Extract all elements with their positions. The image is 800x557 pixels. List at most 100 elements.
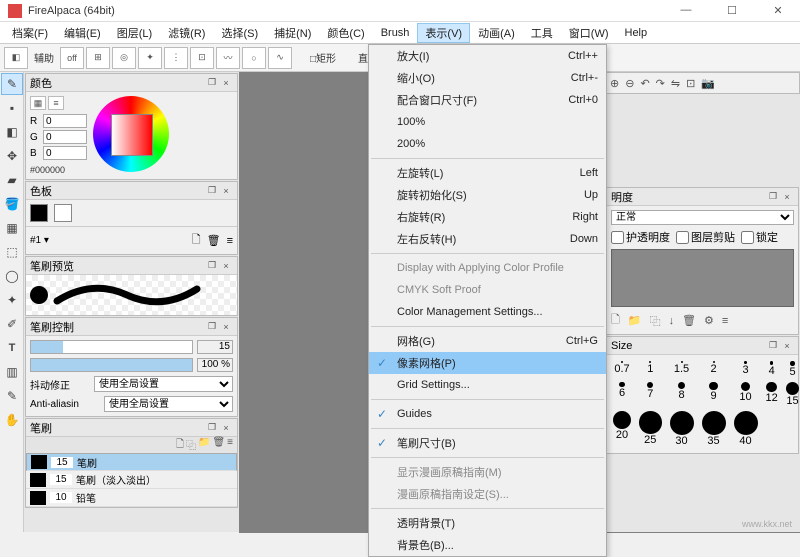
eyedropper-tool[interactable]: ✎	[1, 385, 23, 407]
toolbar-shape-label[interactable]: □矩形	[310, 50, 336, 65]
brush-menu-icon[interactable]: ≡	[227, 437, 233, 453]
panel-undock-icon[interactable]: ❐	[205, 185, 219, 196]
size-dot[interactable]: 20	[613, 411, 631, 447]
menu-item[interactable]: 200%	[369, 133, 606, 155]
size-dot[interactable]: 5	[786, 361, 800, 378]
zoom-in-icon[interactable]: ⊕	[610, 77, 619, 90]
add-swatch-icon[interactable]: 🗋	[192, 231, 201, 250]
menu-9[interactable]: 动画(A)	[470, 23, 523, 43]
menu-6[interactable]: 颜色(C)	[319, 23, 372, 43]
g-input[interactable]	[43, 130, 87, 144]
lasso-tool[interactable]: ◯	[1, 265, 23, 287]
menu-item[interactable]: 放大(I)Ctrl++	[369, 45, 606, 67]
bucket-tool[interactable]: 🪣	[1, 193, 23, 215]
size-dot[interactable]: 12	[766, 382, 778, 408]
toolbar-btn[interactable]: 〰	[216, 47, 240, 69]
gradient-tool[interactable]: ▦	[1, 217, 23, 239]
aa-select[interactable]: 使用全局设置	[104, 396, 233, 412]
toolbar-btn[interactable]: ∿	[268, 47, 292, 69]
menu-0[interactable]: 档案(F)	[4, 23, 56, 43]
menu-item[interactable]: ✓像素网格(P)	[369, 352, 606, 374]
fg-swatch[interactable]	[30, 204, 48, 222]
layer-up-icon[interactable]: ↓	[669, 315, 675, 327]
menu-12[interactable]: Help	[617, 25, 656, 41]
menu-item[interactable]: 缩小(O)Ctrl+-	[369, 67, 606, 89]
wand-tool[interactable]: ✦	[1, 289, 23, 311]
fill-tool[interactable]: ▰	[1, 169, 23, 191]
panel-tool[interactable]: ▥	[1, 361, 23, 383]
fit-icon[interactable]: ⊡	[686, 77, 695, 90]
menu-2[interactable]: 图层(L)	[109, 23, 160, 43]
minimize-button[interactable]: —	[672, 4, 700, 17]
menu-item[interactable]: 网格(G)Ctrl+G	[369, 330, 606, 352]
size-dot[interactable]: 25	[639, 411, 662, 447]
size-dot[interactable]: 4	[766, 361, 778, 378]
menu-4[interactable]: 选择(S)	[213, 23, 266, 43]
clip-chk[interactable]: 图层剪贴	[676, 229, 735, 245]
menu-item[interactable]: ✓Guides	[369, 403, 606, 425]
lock-chk[interactable]: 锁定	[741, 229, 778, 245]
toolbar-btn[interactable]: ◧	[4, 47, 28, 69]
size-dot[interactable]: 1.5	[670, 361, 694, 378]
panel-undock-icon[interactable]: ❐	[766, 191, 780, 202]
layer-settings-icon[interactable]: ⚙	[704, 314, 714, 327]
toolbar-btn[interactable]: ✦	[138, 47, 162, 69]
color-mode-rgb[interactable]: ▦	[30, 96, 46, 110]
size-slider[interactable]	[30, 340, 193, 354]
dot-tool[interactable]: ▪	[1, 97, 23, 119]
layer-menu-icon[interactable]: ≡	[722, 315, 728, 327]
add-brush-icon[interactable]: 🗋	[176, 437, 184, 453]
move-tool[interactable]: ✥	[1, 145, 23, 167]
menu-11[interactable]: 窗口(W)	[561, 23, 617, 43]
layer-folder-icon[interactable]: 📁	[628, 314, 642, 327]
menu-item[interactable]: 配合窗口尺寸(F)Ctrl+0	[369, 89, 606, 111]
panel-undock-icon[interactable]: ❐	[766, 340, 780, 351]
brush-tool[interactable]: ✎	[1, 73, 23, 95]
toolbar-btn[interactable]: ⊞	[86, 47, 110, 69]
toolbar-btn[interactable]: ⋮	[164, 47, 188, 69]
maximize-button[interactable]: ☐	[718, 4, 746, 17]
pen-select-tool[interactable]: ✐	[1, 313, 23, 335]
camera-icon[interactable]: 📷	[701, 77, 715, 90]
jitter-select[interactable]: 使用全局设置	[94, 376, 233, 392]
panel-close-icon[interactable]: ×	[219, 78, 233, 88]
menu-item[interactable]: 背景色(B)...	[369, 534, 606, 556]
del-brush-icon[interactable]: 🗑	[212, 437, 225, 453]
menu-10[interactable]: 工具	[523, 23, 561, 43]
menu-3[interactable]: 滤镜(R)	[160, 23, 213, 43]
delete-swatch-icon[interactable]: 🗑	[207, 234, 221, 247]
size-value[interactable]: 15	[197, 340, 233, 354]
size-dot[interactable]: 7	[639, 382, 662, 408]
size-dot[interactable]: 9	[702, 382, 726, 408]
b-input[interactable]	[43, 146, 87, 160]
hand-tool[interactable]: ✋	[1, 409, 23, 431]
size-dot[interactable]: 1	[639, 361, 662, 378]
text-tool[interactable]: T	[1, 337, 23, 359]
size-dot[interactable]: 8	[670, 382, 694, 408]
panel-close-icon[interactable]: ×	[219, 186, 233, 196]
dup-brush-icon[interactable]: ⿻	[186, 437, 196, 453]
panel-undock-icon[interactable]: ❐	[205, 422, 219, 433]
panel-close-icon[interactable]: ×	[219, 322, 233, 332]
size-dot[interactable]: 35	[702, 411, 726, 447]
panel-close-icon[interactable]: ×	[219, 423, 233, 433]
brush-row[interactable]: 10铅笔	[26, 489, 237, 507]
menu-7[interactable]: Brush	[373, 25, 418, 41]
swatch-preset[interactable]: #1 ▾	[30, 235, 49, 246]
menu-item[interactable]: 透明背景(T)	[369, 512, 606, 534]
zoom-out-icon[interactable]: ⊖	[625, 77, 634, 90]
flip-icon[interactable]: ⇋	[671, 77, 680, 90]
menu-item[interactable]: 旋转初始化(S)Up	[369, 184, 606, 206]
brush-row[interactable]: 15笔刷	[26, 453, 237, 471]
menu-1[interactable]: 编辑(E)	[56, 23, 109, 43]
panel-undock-icon[interactable]: ❐	[205, 321, 219, 332]
size-dot[interactable]: 40	[734, 411, 758, 447]
r-input[interactable]	[43, 114, 87, 128]
size-dot[interactable]: 15	[786, 382, 800, 408]
rotate-left-icon[interactable]: ↶	[640, 77, 649, 90]
del-layer-icon[interactable]: 🗑	[682, 314, 696, 327]
brush-folder-icon[interactable]: 📁	[198, 437, 210, 453]
menu-item[interactable]: 100%	[369, 111, 606, 133]
panel-close-icon[interactable]: ×	[780, 341, 794, 351]
close-button[interactable]: ✕	[764, 4, 792, 17]
